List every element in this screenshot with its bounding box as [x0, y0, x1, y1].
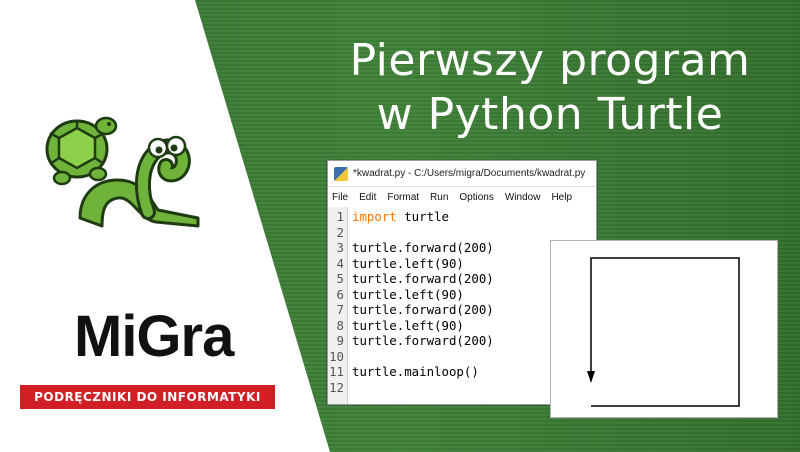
code-keyword: import	[352, 209, 397, 224]
migra-logo: MiGra	[74, 304, 234, 369]
menu-file[interactable]: File	[332, 192, 348, 203]
code-line[interactable]: turtle.forward(200)	[352, 271, 494, 287]
menu-edit[interactable]: Edit	[359, 192, 376, 203]
code-line[interactable]: turtle.forward(200)	[352, 240, 494, 256]
title-line-2: w Python Turtle	[376, 89, 724, 140]
code-line[interactable]: turtle.forward(200)	[352, 302, 494, 318]
code-line[interactable]: turtle.forward(200)	[352, 333, 494, 349]
line-number: 3	[336, 240, 344, 255]
menu-help[interactable]: Help	[551, 192, 572, 203]
line-number: 7	[336, 302, 344, 317]
code-text: turtle.forward(200)	[352, 333, 494, 348]
python-file-icon	[334, 166, 348, 181]
line-number: 8	[336, 317, 344, 333]
code-text: turtle.forward(200)	[352, 271, 494, 286]
code-text: turtle.mainloop()	[352, 364, 479, 379]
code-line[interactable]: turtle.left(90)	[352, 318, 494, 334]
editor-titlebar: *kwadrat.py - C:/Users/migra/Documents/k…	[328, 161, 596, 187]
line-number: 12	[329, 379, 344, 395]
code-text: turtle.forward(200)	[352, 302, 494, 317]
menu-run[interactable]: Run	[430, 192, 448, 203]
code-text: turtle.forward(200)	[352, 240, 494, 255]
code-line[interactable]: turtle.mainloop()	[352, 364, 494, 380]
code-text: turtle	[396, 209, 449, 224]
line-number: 10	[329, 348, 344, 364]
line-number: 5	[336, 271, 344, 286]
turtle-python-mascot-icon	[45, 116, 200, 228]
code-line[interactable]	[352, 225, 494, 241]
turtle-square-drawing	[587, 257, 740, 407]
editor-window-title: *kwadrat.py - C:/Users/migra/Documents/k…	[353, 168, 586, 179]
code-line[interactable]	[352, 380, 494, 396]
code-text: turtle.left(90)	[352, 286, 464, 302]
line-number: 2	[336, 224, 344, 240]
turtle-cursor-icon	[587, 371, 595, 383]
turtle-icon	[45, 116, 118, 186]
code-text: turtle.left(90)	[352, 317, 464, 333]
code-line[interactable]: turtle.left(90)	[352, 287, 494, 303]
code-text: turtle.left(90)	[352, 255, 464, 271]
turtle-output-canvas	[550, 240, 778, 418]
page-title: Pierwszy program w Python Turtle	[330, 34, 770, 142]
menu-window[interactable]: Window	[505, 192, 541, 203]
code-line[interactable]: turtle.left(90)	[352, 256, 494, 272]
line-number: 4	[336, 255, 344, 271]
line-number: 1	[336, 209, 344, 224]
code-lines[interactable]: import turtle turtle.forward(200) turtle.l…	[348, 207, 494, 404]
line-number: 6	[336, 286, 344, 302]
editor-menubar: File Edit Format Run Options Window Help	[328, 187, 596, 207]
line-number-gutter: 1 2 3 4 5 6 7 8 9 10 11 12	[328, 207, 348, 404]
title-line-1: Pierwszy program	[349, 35, 751, 86]
line-number: 9	[336, 333, 344, 348]
menu-format[interactable]: Format	[387, 192, 419, 203]
brand-tagline: PODRĘCZNIKI DO INFORMATYKI	[20, 385, 275, 409]
code-line[interactable]	[352, 349, 494, 365]
menu-options[interactable]: Options	[459, 192, 493, 203]
line-number: 11	[329, 364, 344, 379]
code-line[interactable]: import turtle	[352, 209, 494, 225]
